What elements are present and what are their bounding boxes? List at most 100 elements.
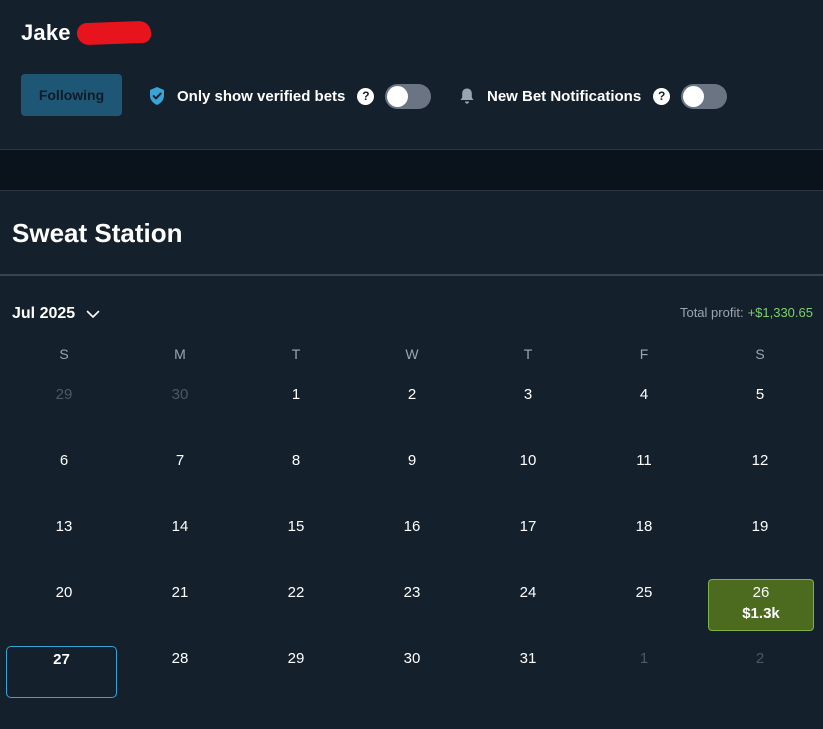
calendar-day[interactable]: 28 <box>122 644 238 710</box>
calendar-day[interactable]: 21 <box>122 578 238 644</box>
day-number: 29 <box>287 650 305 667</box>
day-number: 28 <box>171 650 189 667</box>
calendar-day[interactable]: 9 <box>354 446 470 512</box>
calendar-day-profit[interactable]: 26 $1.3k <box>708 579 814 631</box>
calendar-day[interactable]: 10 <box>470 446 586 512</box>
day-number: 24 <box>519 584 537 601</box>
day-number: 5 <box>755 386 765 403</box>
weekday-header: S M T W T F S <box>6 346 819 368</box>
weekday-label: S <box>755 346 765 362</box>
chevron-down-icon <box>85 306 101 322</box>
verified-bets-toggle[interactable] <box>385 83 432 109</box>
shield-check-icon <box>147 86 167 106</box>
day-number: 1 <box>639 650 649 667</box>
calendar-day[interactable]: 19 <box>702 512 818 578</box>
month-label: Jul 2025 <box>12 305 76 322</box>
profile-header: Jake Following Only show verified bets ?… <box>0 0 823 150</box>
verified-bets-label: Only show verified bets <box>177 87 346 105</box>
section-divider <box>0 274 823 276</box>
day-number: 30 <box>171 386 189 403</box>
calendar-day[interactable]: 24 <box>470 578 586 644</box>
weekday-label: T <box>523 346 533 362</box>
day-number: 11 <box>636 452 652 469</box>
calendar-day[interactable]: 25 <box>586 578 702 644</box>
toggle-knob <box>683 85 705 107</box>
weekday-label: S <box>59 346 69 362</box>
day-number: 4 <box>639 386 649 403</box>
verified-bets-option: Only show verified bets ? <box>147 82 432 110</box>
calendar-day[interactable]: 2 <box>354 380 470 446</box>
calendar-day[interactable]: 7 <box>122 446 238 512</box>
day-number: 1 <box>291 386 301 403</box>
calendar-day[interactable]: 29 <box>238 644 354 710</box>
calendar-day[interactable]: 30 <box>354 644 470 710</box>
day-number: 27 <box>53 651 70 668</box>
calendar-day[interactable]: 8 <box>238 446 354 512</box>
day-number: 30 <box>403 650 421 667</box>
day-number: 14 <box>171 518 189 535</box>
day-number: 7 <box>175 452 185 469</box>
calendar-day[interactable]: 1 <box>238 380 354 446</box>
calendar-day[interactable]: 13 <box>6 512 122 578</box>
bell-icon <box>457 86 477 106</box>
day-number: 16 <box>403 518 421 535</box>
day-number: 23 <box>403 584 421 601</box>
calendar-day[interactable]: 30 <box>122 380 238 446</box>
day-number: 2 <box>407 386 417 403</box>
calendar-day[interactable]: 17 <box>470 512 586 578</box>
day-number: 22 <box>287 584 305 601</box>
calendar-day[interactable]: 1 <box>586 644 702 710</box>
calendar-day[interactable]: 5 <box>702 380 818 446</box>
day-number: 3 <box>523 386 533 403</box>
day-number: 10 <box>519 452 537 469</box>
calendar-day[interactable]: 23 <box>354 578 470 644</box>
content-divider-band <box>0 150 823 191</box>
calendar-day-today[interactable]: 27 <box>6 646 117 698</box>
weekday-label: F <box>639 346 649 362</box>
day-number: 31 <box>519 650 537 667</box>
redaction-mark <box>76 20 152 46</box>
toggle-knob <box>387 85 409 107</box>
calendar-day[interactable]: 6 <box>6 446 122 512</box>
notifications-help-icon[interactable]: ? <box>653 87 671 105</box>
calendar-day[interactable]: 3 <box>470 380 586 446</box>
day-number: 18 <box>635 518 653 535</box>
day-number: 8 <box>291 452 301 469</box>
day-number: 12 <box>751 452 769 469</box>
bet-notifications-toggle[interactable] <box>681 83 728 109</box>
calendar-day[interactable]: 11 <box>586 446 702 512</box>
calendar-day[interactable]: 16 <box>354 512 470 578</box>
weekday-label: M <box>174 346 186 362</box>
weekday-label: W <box>405 346 419 362</box>
day-number: 15 <box>287 518 305 535</box>
calendar-day[interactable]: 4 <box>586 380 702 446</box>
calendar-day[interactable]: 15 <box>238 512 354 578</box>
day-profit-amount: $1.3k <box>742 605 780 622</box>
verified-help-icon[interactable]: ? <box>357 87 375 105</box>
section-title: Sweat Station <box>12 218 183 248</box>
following-button[interactable]: Following <box>21 74 122 116</box>
bet-notifications-label: New Bet Notifications <box>487 87 642 105</box>
month-selector[interactable]: Jul 2025 <box>12 302 101 326</box>
calendar-day[interactable]: 12 <box>702 446 818 512</box>
calendar-day[interactable]: 20 <box>6 578 122 644</box>
day-number: 2 <box>755 650 765 667</box>
calendar-day[interactable]: 29 <box>6 380 122 446</box>
calendar-day[interactable]: 22 <box>238 578 354 644</box>
weekday-label: T <box>291 346 301 362</box>
day-number: 21 <box>171 584 189 601</box>
calendar-day[interactable]: 14 <box>122 512 238 578</box>
day-number: 26 <box>752 584 770 601</box>
username-text: Jake <box>21 20 71 45</box>
day-number: 9 <box>407 452 417 469</box>
total-profit: Total profit: +$1,330.65 <box>680 305 813 320</box>
calendar-day[interactable]: 18 <box>586 512 702 578</box>
calendar-day[interactable]: 31 <box>470 644 586 710</box>
bet-notifications-option: New Bet Notifications ? <box>457 82 728 110</box>
day-number: 13 <box>55 518 73 535</box>
day-number: 20 <box>55 584 73 601</box>
calendar-day[interactable]: 2 <box>702 644 818 710</box>
day-number: 29 <box>55 386 73 403</box>
calendar-grid: 29 30 1 2 3 4 5 6 7 8 9 10 11 12 13 14 15 16 17 18 19 20 21 22 2… <box>6 380 819 710</box>
total-profit-value: +$1,330.65 <box>747 305 813 320</box>
